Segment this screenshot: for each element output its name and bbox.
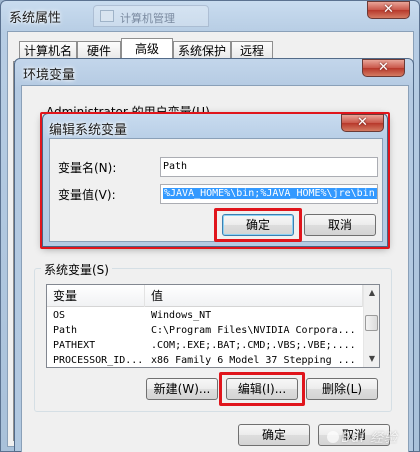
list-item[interactable]: Path C:\Program Files\NVIDIA Corpora...: [47, 323, 363, 338]
window-title: 环境变量: [23, 68, 76, 83]
list-item-var: OS: [53, 310, 66, 321]
close-button[interactable]: ✕: [367, 1, 410, 19]
close-button[interactable]: ✕: [362, 59, 405, 77]
variable-name-label: 变量名(N):: [58, 161, 117, 175]
new-button[interactable]: 新建(W)...: [146, 378, 218, 400]
list-item-var: PROCESSOR_ID...: [53, 355, 143, 366]
list-item[interactable]: OS Windows_NT: [47, 308, 363, 323]
scroll-down-icon[interactable]: ▼: [364, 351, 379, 367]
close-button[interactable]: ✕: [341, 114, 384, 132]
list-item-value: C:\Program Files\NVIDIA Corpora...: [151, 325, 356, 336]
list-scrollbar[interactable]: ▲ ▼: [363, 285, 379, 367]
scroll-up-icon[interactable]: ▲: [364, 285, 379, 301]
system-vars-list[interactable]: 变量 值 OS Windows_NT Path C:\Program Files…: [46, 284, 380, 368]
list-header: 变量 值: [47, 285, 363, 307]
background-window-tab[interactable]: 计算机管理: [93, 5, 209, 27]
watermark-text: Bai 经验: [341, 431, 398, 446]
ok-button[interactable]: 确定: [238, 424, 310, 446]
watermark-logo: Bai 经验: [325, 427, 398, 446]
variable-value-field[interactable]: %JAVA_HOME%\bin;%JAVA_HOME%\jre\bin;: [160, 184, 378, 204]
list-item-value: .COM;.EXE;.BAT;.CMD;.VBS;.VBE;....: [151, 340, 356, 351]
variable-value-text: %JAVA_HOME%\bin;%JAVA_HOME%\jre\bin;: [163, 188, 377, 199]
dialog-cancel-button[interactable]: 取消: [304, 214, 376, 236]
header-value[interactable]: 值: [145, 285, 363, 307]
variable-name-field[interactable]: Path: [160, 157, 378, 177]
list-item[interactable]: PATHEXT .COM;.EXE;.BAT;.CMD;.VBS;.VBE;..…: [47, 338, 363, 353]
paw-icon: [327, 431, 340, 443]
variable-value-label: 变量值(V):: [58, 188, 116, 202]
window-title: 系统属性: [9, 11, 62, 26]
edit-button[interactable]: 编辑(I)...: [226, 378, 298, 400]
computer-management-icon: [100, 10, 114, 22]
list-item-value: x86 Family 6 Model 37 Stepping ...: [151, 355, 356, 366]
scroll-thumb[interactable]: [365, 315, 378, 331]
list-item[interactable]: PROCESSOR_ID... x86 Family 6 Model 37 St…: [47, 353, 363, 367]
system-vars-group-label: 系统变量(S): [41, 261, 112, 278]
dialog-title: 编辑系统变量: [49, 123, 128, 138]
variable-name-text: Path: [163, 161, 188, 172]
dialog-ok-button[interactable]: 确定: [222, 214, 294, 236]
header-var[interactable]: 变量: [47, 285, 145, 307]
list-item-var: Path: [53, 325, 78, 336]
list-item-var: PATHEXT: [53, 340, 96, 351]
list-item-value: Windows_NT: [151, 310, 212, 321]
background-window-title: 计算机管理: [120, 12, 175, 25]
delete-button[interactable]: 删除(L): [306, 378, 378, 400]
